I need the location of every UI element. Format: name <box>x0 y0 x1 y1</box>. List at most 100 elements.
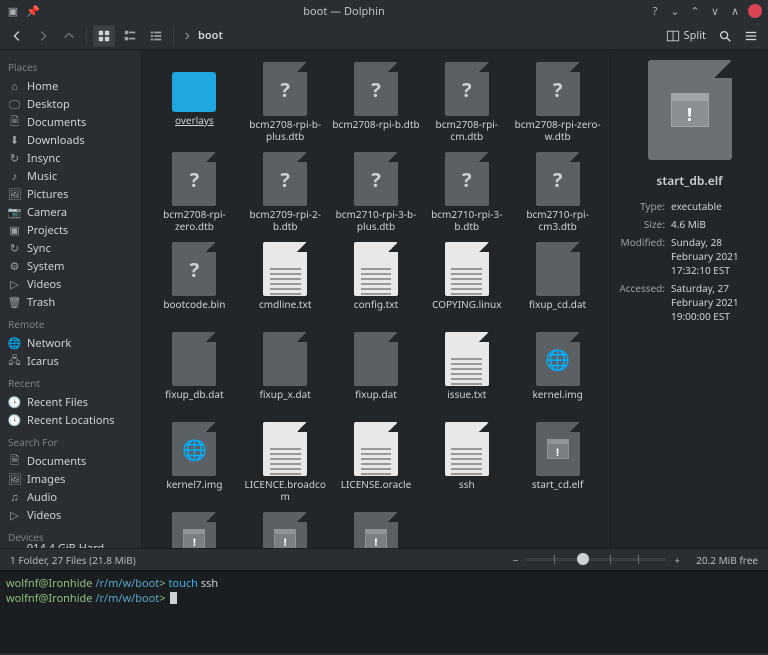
unknown-icon: ? <box>172 242 216 296</box>
unknown-icon: ? <box>263 62 307 116</box>
file-item[interactable]: ?bcm2708-rpi-zero-w.dtb <box>513 60 602 148</box>
bin-icon <box>354 332 398 386</box>
minimize-icon[interactable]: ∨ <box>708 4 722 18</box>
zoom-slider-thumb[interactable] <box>577 553 589 565</box>
sidebar-item-desktop[interactable]: 🖵Desktop <box>0 95 141 113</box>
sidebar-item-914-4-gib-hard-drive[interactable]: ⛁914.4 GiB Hard Drive <box>0 547 141 548</box>
sidebar-item-icarus[interactable]: 🖧Icarus <box>0 352 141 370</box>
back-button[interactable] <box>6 25 28 47</box>
sidebar-item-network[interactable]: 🌐Network <box>0 334 141 352</box>
file-item[interactable]: fixup_cd.dat <box>513 240 602 328</box>
sidebar-item-videos[interactable]: ▷Videos <box>0 275 141 293</box>
zoom-slider[interactable] <box>526 558 666 561</box>
file-item[interactable]: 🌐kernel7.img <box>150 420 239 508</box>
help-icon[interactable]: ? <box>648 4 662 18</box>
zoom-in-icon[interactable]: + <box>674 553 680 567</box>
file-item[interactable]: start.elf <box>332 510 421 548</box>
elf-icon <box>536 422 580 476</box>
sidebar-item-projects[interactable]: ▣Projects <box>0 221 141 239</box>
compact-view-button[interactable] <box>119 25 141 47</box>
up-button[interactable] <box>58 25 80 47</box>
file-item[interactable]: config.txt <box>332 240 421 328</box>
maximize-icon[interactable]: ∧ <box>728 4 742 18</box>
search-button[interactable] <box>714 25 736 47</box>
file-label: ssh <box>459 479 475 491</box>
audio-icon: ♫ <box>8 491 21 504</box>
file-item[interactable]: ?bcm2708-rpi-cm.dtb <box>422 60 511 148</box>
sidebar-item-recent-files[interactable]: 🕓Recent Files <box>0 393 141 411</box>
videos-icon: ▷ <box>8 509 21 522</box>
img-icon: 🌐 <box>536 332 580 386</box>
info-filename: start_db.elf <box>656 172 722 189</box>
terminal-panel[interactable]: wolfnf@Ironhide /r/m/w/boot> touch sshwo… <box>0 570 768 653</box>
file-item[interactable]: ? bootcode.bin <box>150 240 239 328</box>
file-item[interactable]: ?bcm2710-rpi-3-b-plus.dtb <box>332 150 421 238</box>
unknown-icon: ? <box>263 152 307 206</box>
sidebar-item-downloads[interactable]: ⬇Downloads <box>0 131 141 149</box>
sidebar-item-recent-locations[interactable]: 🕓Recent Locations <box>0 411 141 429</box>
file-item[interactable]: ssh <box>422 420 511 508</box>
sidebar-item-images[interactable]: 🖼Images <box>0 470 141 488</box>
file-item[interactable]: cmdline.txt <box>241 240 330 328</box>
file-item[interactable]: ?bcm2710-rpi-cm3.dtb <box>513 150 602 238</box>
sidebar-item-documents[interactable]: 🗎Documents <box>0 113 141 131</box>
file-item[interactable]: LICENSE.oracle <box>332 420 421 508</box>
txt-icon <box>263 422 307 476</box>
folder-icon <box>172 72 216 112</box>
network-icon: 🌐 <box>8 337 21 350</box>
sidebar-item-pictures[interactable]: 🖼Pictures <box>0 185 141 203</box>
sidebar-item-audio[interactable]: ♫ Audio <box>0 488 141 506</box>
sidebar-item-system[interactable]: ⚙System <box>0 257 141 275</box>
sidebar-item-documents[interactable]: 🗎Documents <box>0 452 141 470</box>
sidebar-item-label: Audio <box>27 490 57 505</box>
sidebar-item-videos[interactable]: ▷Videos <box>0 506 141 524</box>
sync-icon: ↻ <box>8 152 21 165</box>
pin-icon[interactable]: 📌 <box>26 4 40 18</box>
breadcrumb-chevron-icon[interactable] <box>180 25 194 47</box>
file-item[interactable]: ?bcm2708-rpi-zero.dtb <box>150 150 239 238</box>
status-bar: 1 Folder, 27 Files (21.8 MiB) − + 20.2 M… <box>0 548 768 570</box>
file-item[interactable]: overlays <box>150 60 239 148</box>
videos-icon: ▷ <box>8 278 21 291</box>
file-item[interactable]: ?bcm2710-rpi-3-b.dtb <box>422 150 511 238</box>
file-item[interactable]: fixup_x.dat <box>241 330 330 418</box>
zoom-out-icon[interactable]: − <box>513 553 519 567</box>
bin-icon <box>263 332 307 386</box>
sidebar-item-home[interactable]: ⌂Home <box>0 77 141 95</box>
sidebar-item-insync[interactable]: ↻Insync <box>0 149 141 167</box>
keep-below-icon[interactable]: ⌄ <box>668 4 682 18</box>
file-item[interactable]: ?bcm2708-rpi-b.dtb <box>332 60 421 148</box>
breadcrumb-item[interactable]: boot <box>198 28 223 43</box>
sidebar-item-trash[interactable]: 🗑Trash <box>0 293 141 311</box>
details-view-button[interactable] <box>145 25 167 47</box>
file-item[interactable]: COPYING.linux <box>422 240 511 328</box>
sidebar-item-music[interactable]: ♪Music <box>0 167 141 185</box>
close-icon[interactable] <box>748 4 762 18</box>
file-item[interactable]: ?bcm2708-rpi-b-plus.dtb <box>241 60 330 148</box>
file-item[interactable]: 🌐kernel.img <box>513 330 602 418</box>
titlebar: ▣ 📌 boot — Dolphin ? ⌄ ⌃ ∨ ∧ <box>0 0 768 22</box>
keep-above-icon[interactable]: ⌃ <box>688 4 702 18</box>
file-label: bcm2710-rpi-cm3.dtb <box>513 209 602 232</box>
sidebar-item-label: Music <box>27 169 57 184</box>
file-label: cmdline.txt <box>259 299 311 311</box>
toolbar: boot Split <box>0 22 768 50</box>
file-item[interactable]: fixup_db.dat <box>150 330 239 418</box>
file-item[interactable]: issue.txt <box>422 330 511 418</box>
file-label: bootcode.bin <box>163 299 225 311</box>
breadcrumb[interactable]: boot <box>198 28 658 43</box>
file-item[interactable]: fixup.dat <box>332 330 421 418</box>
icons-view-button[interactable] <box>93 25 115 47</box>
file-item[interactable]: start_x.elf <box>241 510 330 548</box>
forward-button[interactable] <box>32 25 54 47</box>
menu-button[interactable] <box>740 25 762 47</box>
file-item[interactable]: ?bcm2709-rpi-2-b.dtb <box>241 150 330 238</box>
sidebar-item-camera[interactable]: 📷Camera <box>0 203 141 221</box>
file-item[interactable]: LICENCE.broadcom <box>241 420 330 508</box>
sidebar-item-sync[interactable]: ↻Sync <box>0 239 141 257</box>
split-button[interactable]: Split <box>662 28 710 43</box>
file-item[interactable]: start_db.elf <box>150 510 239 548</box>
info-val: 4.6 MiB <box>671 217 760 231</box>
txt-icon <box>445 242 489 296</box>
file-item[interactable]: start_cd.elf <box>513 420 602 508</box>
